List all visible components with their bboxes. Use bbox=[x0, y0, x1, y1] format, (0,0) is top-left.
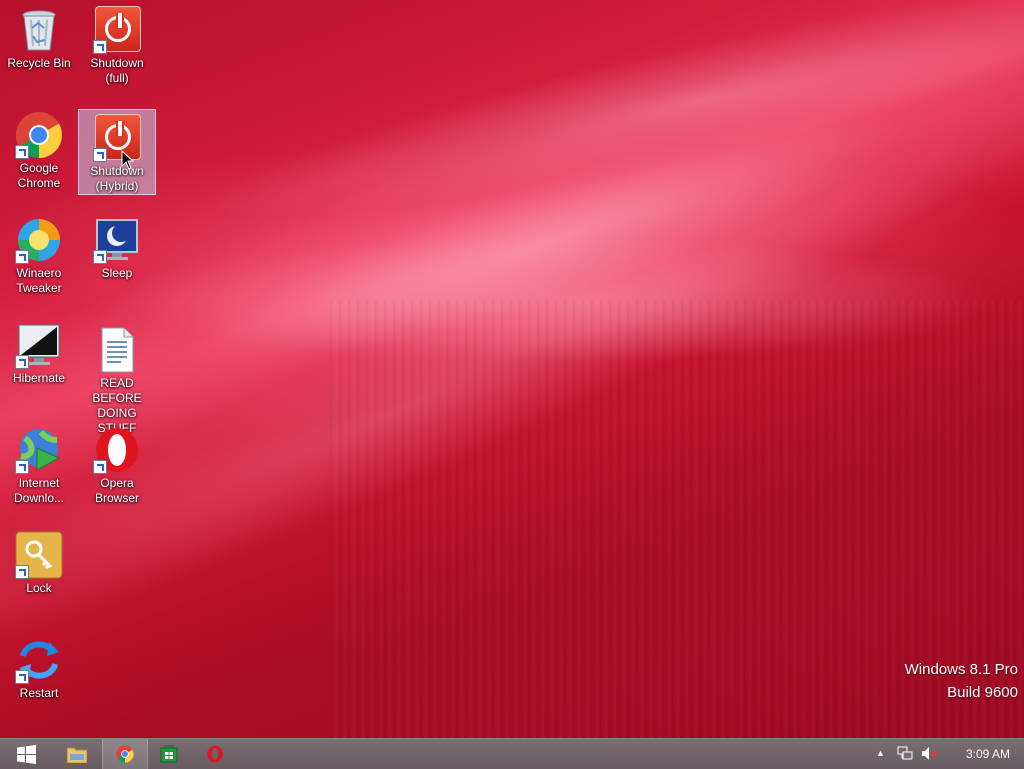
taskbar-chrome[interactable] bbox=[102, 739, 148, 769]
desktop-icon-google-chrome[interactable]: Google Chrome bbox=[1, 107, 77, 191]
shortcut-arrow-icon bbox=[15, 565, 29, 579]
desktop-icon-restart[interactable]: Restart bbox=[1, 632, 77, 701]
winaero-tweaker-icon bbox=[15, 216, 63, 264]
desktop-icon-label: Shutdown (Hybrid) bbox=[90, 164, 144, 193]
shortcut-arrow-icon bbox=[15, 670, 29, 684]
shortcut-arrow-icon bbox=[93, 250, 107, 264]
desktop-icon-sleep[interactable]: Sleep bbox=[79, 212, 155, 281]
shortcut-arrow-icon bbox=[15, 145, 29, 159]
watermark-build: Build 9600 bbox=[947, 684, 1018, 701]
desktop-icon-lock[interactable]: Lock bbox=[1, 527, 77, 596]
desktop-icon-opera-browser[interactable]: Opera Browser bbox=[79, 422, 155, 506]
show-hidden-icons-button[interactable]: ▲ bbox=[876, 748, 885, 758]
power-icon bbox=[93, 6, 141, 54]
text-document-icon bbox=[93, 326, 141, 374]
sleep-moon-icon bbox=[93, 216, 141, 264]
windows-logo-icon bbox=[17, 745, 36, 764]
network-icon[interactable] bbox=[897, 746, 913, 761]
chrome-icon bbox=[116, 745, 134, 763]
desktop-icon-internet-download-manager[interactable]: Internet Downlo... bbox=[1, 422, 77, 506]
shortcut-arrow-icon bbox=[93, 40, 107, 54]
folder-icon bbox=[67, 747, 87, 763]
windows-version-watermark: Windows 8.1 Pro Build 9600 bbox=[905, 658, 1018, 704]
desktop-icon-label: Winaero Tweaker bbox=[16, 266, 62, 295]
desktop-icon-label: Sleep bbox=[101, 266, 133, 280]
taskbar-opera[interactable] bbox=[193, 739, 237, 769]
restart-arrows-icon bbox=[15, 636, 63, 684]
taskbar: ▲ 3:09 AM bbox=[0, 738, 1024, 769]
shortcut-arrow-icon bbox=[15, 460, 29, 474]
shortcut-arrow-icon bbox=[15, 355, 29, 369]
internet-download-manager-icon bbox=[15, 426, 63, 474]
desktop-icon-label: Lock bbox=[26, 581, 52, 595]
taskbar-store[interactable] bbox=[147, 739, 191, 769]
desktop-icon-shutdown-hybrid[interactable]: Shutdown (Hybrid) bbox=[78, 109, 156, 195]
desktop-icon-label: Shutdown (full) bbox=[90, 56, 144, 85]
shortcut-arrow-icon bbox=[93, 148, 107, 162]
desktop-icon-label: Opera Browser bbox=[94, 476, 139, 505]
desktop-icon-label: Google Chrome bbox=[17, 161, 61, 190]
start-button[interactable] bbox=[4, 739, 48, 769]
desktop[interactable]: Recycle Bin Google Chrome Winaero Tweake… bbox=[0, 0, 1024, 738]
mouse-cursor-icon bbox=[121, 150, 135, 170]
desktop-icon-recycle-bin[interactable]: Recycle Bin bbox=[1, 2, 77, 71]
desktop-icon-winaero-tweaker[interactable]: Winaero Tweaker bbox=[1, 212, 77, 296]
desktop-icon-label: Internet Downlo... bbox=[13, 476, 65, 505]
desktop-icon-shutdown-full[interactable]: Shutdown (full) bbox=[79, 2, 155, 86]
shortcut-arrow-icon bbox=[15, 250, 29, 264]
wallpaper-light-sweep-upper bbox=[149, 0, 1024, 274]
key-icon bbox=[15, 531, 63, 579]
desktop-icon-label: Restart bbox=[19, 686, 59, 700]
opera-icon bbox=[207, 745, 223, 763]
store-icon bbox=[160, 745, 178, 763]
desktop-icon-label: Hibernate bbox=[12, 371, 66, 385]
volume-muted-icon[interactable] bbox=[921, 746, 939, 761]
desktop-icon-read-before-doing-stuff[interactable]: READ BEFORE DOING STUFF bbox=[79, 322, 155, 436]
shortcut-arrow-icon bbox=[93, 460, 107, 474]
taskbar-file-explorer[interactable] bbox=[55, 739, 99, 769]
opera-icon bbox=[93, 426, 141, 474]
desktop-icon-hibernate[interactable]: Hibernate bbox=[1, 317, 77, 386]
desktop-icon-label: Recycle Bin bbox=[7, 56, 71, 70]
system-clock[interactable]: 3:09 AM bbox=[966, 747, 1010, 761]
hibernate-monitor-icon bbox=[15, 321, 63, 369]
watermark-edition: Windows 8.1 Pro bbox=[904, 661, 1018, 678]
recycle-bin-icon bbox=[15, 6, 63, 54]
chrome-icon bbox=[15, 111, 63, 159]
